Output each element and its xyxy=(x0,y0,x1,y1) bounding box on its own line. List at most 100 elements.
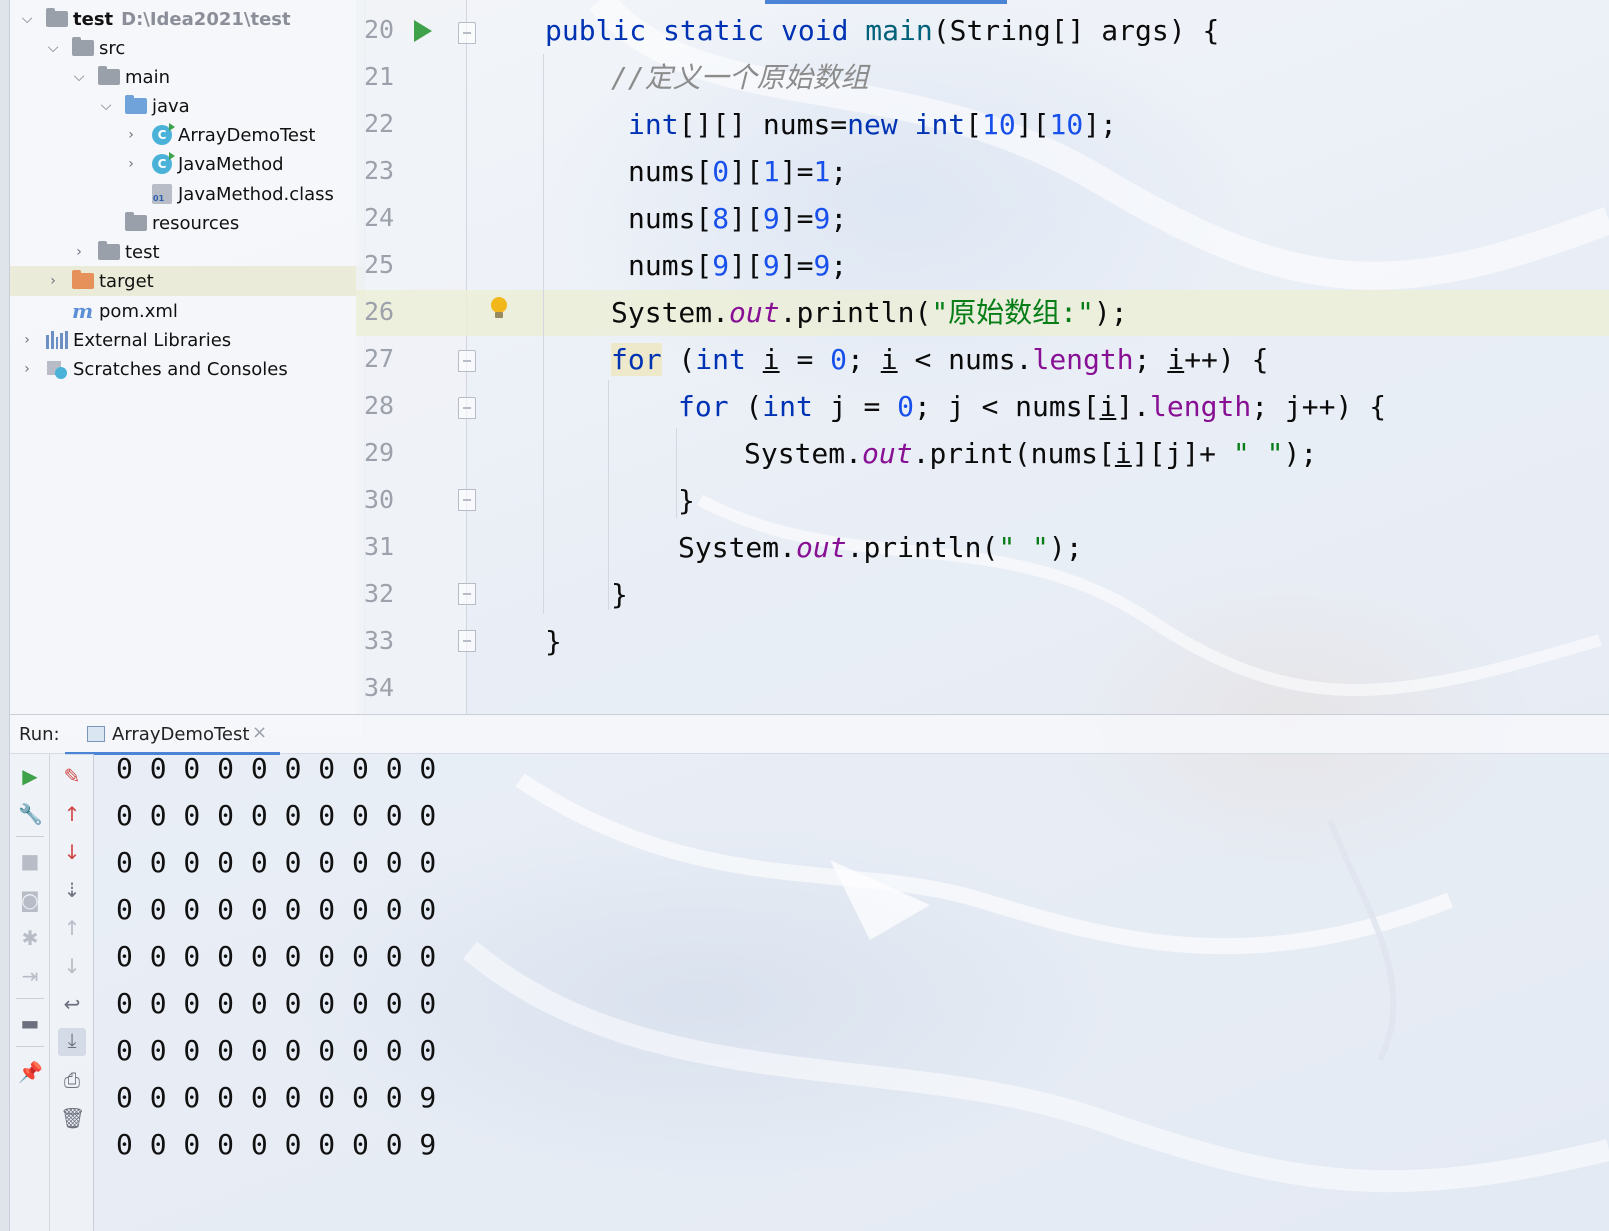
console-output-line: 0 0 0 0 0 0 0 0 0 0 xyxy=(116,940,437,973)
left-tool-strip xyxy=(0,0,10,1231)
chevron-right-icon[interactable]: › xyxy=(72,245,86,259)
code-line-20[interactable]: public static void main(String[] args) { xyxy=(545,8,1219,54)
chevron-down-icon[interactable]: ⌵ xyxy=(46,41,60,55)
code-line-32[interactable]: } xyxy=(611,572,628,618)
run-tab-label: ArrayDemoTest xyxy=(112,724,250,745)
java-class-icon: C xyxy=(152,123,175,145)
code-token: ); xyxy=(1283,437,1318,470)
fold-marker-icon[interactable] xyxy=(458,630,476,652)
tree-item-resources[interactable]: resources xyxy=(10,208,364,238)
code-token: i xyxy=(1167,343,1185,376)
next-occurrence-icon[interactable]: ↓ xyxy=(60,954,84,978)
chevron-right-icon[interactable]: › xyxy=(124,128,138,142)
tree-item-label: JavaMethod.class xyxy=(178,183,334,205)
code-token: ][ xyxy=(729,202,763,235)
intention-bulb-icon[interactable] xyxy=(491,297,507,318)
code-token: ( xyxy=(661,343,696,376)
code-token: nums[ xyxy=(628,202,713,235)
tree-item-label: External Libraries xyxy=(73,329,232,351)
chevron-down-icon[interactable]: ⌵ xyxy=(99,99,113,113)
code-string: " " xyxy=(998,531,1049,564)
code-token: .println( xyxy=(846,531,999,564)
tree-item-pom[interactable]: m pom.xml xyxy=(10,296,364,326)
tree-item-main[interactable]: ⌵ main xyxy=(10,62,364,92)
console-output-line: 0 0 0 0 0 0 0 0 0 0 xyxy=(116,987,437,1020)
chevron-down-icon[interactable]: ⌵ xyxy=(20,12,34,26)
tree-item-test[interactable]: › test xyxy=(10,237,364,267)
tree-item-external-libraries[interactable]: › External Libraries xyxy=(10,325,364,355)
code-token: 9 xyxy=(712,249,730,282)
trash-icon[interactable]: 🗑 xyxy=(60,1106,85,1130)
wrench-icon[interactable]: 🔧 xyxy=(18,802,43,826)
debug-icon[interactable]: ✱ xyxy=(18,926,42,950)
code-token: out xyxy=(729,296,780,329)
code-line-29[interactable]: System.out.print(nums[i][j]+ " "); xyxy=(744,431,1317,477)
code-line-23[interactable]: nums[0][1]=1; xyxy=(628,149,847,195)
layout-icon[interactable]: ▬ xyxy=(18,1011,42,1035)
chevron-right-icon[interactable]: › xyxy=(124,157,138,171)
tree-item-java[interactable]: ⌵ java xyxy=(10,91,364,121)
tree-item-target[interactable]: › target xyxy=(10,266,364,296)
previous-occurrence-icon[interactable]: ↑ xyxy=(60,916,84,940)
code-line-33[interactable]: } xyxy=(545,619,562,665)
tree-item-scratches[interactable]: › Scratches and Consoles xyxy=(10,354,364,384)
code-token: ]; xyxy=(1083,108,1117,141)
close-icon[interactable]: × xyxy=(252,722,267,743)
tree-item-javamethod-class[interactable]: 01 JavaMethod.class xyxy=(10,179,364,209)
scratches-icon xyxy=(46,359,68,379)
code-token: new xyxy=(847,108,915,141)
clear-icon[interactable]: ✎ xyxy=(60,764,84,788)
code-token: ]. xyxy=(1116,390,1151,423)
code-token: 0 xyxy=(830,343,848,376)
chevron-down-icon[interactable]: ⌵ xyxy=(72,70,86,84)
line-number: 23 xyxy=(364,156,395,185)
run-tab-arraydemotest[interactable]: ArrayDemoTest × xyxy=(65,715,280,755)
code-token: .print(nums[ xyxy=(912,437,1115,470)
code-token: 9 xyxy=(813,249,831,282)
code-line-31[interactable]: System.out.println(" "); xyxy=(678,525,1083,571)
pin-icon[interactable]: 📌 xyxy=(18,1060,43,1084)
line-number: 31 xyxy=(364,532,395,561)
chevron-right-icon[interactable]: › xyxy=(20,362,34,376)
soft-wrap-icon[interactable]: ↩ xyxy=(60,992,84,1016)
chevron-right-icon[interactable]: › xyxy=(46,274,60,288)
exit-icon[interactable]: ⇥ xyxy=(18,964,42,988)
code-token: ; j < nums[ xyxy=(914,390,1100,423)
run-main-icon[interactable] xyxy=(414,20,432,42)
up-arrow-icon[interactable]: ↑ xyxy=(60,802,84,826)
console-output-line: 0 0 0 0 0 0 0 0 0 9 xyxy=(116,1128,437,1161)
tree-item-root[interactable]: ⌵ test D:\Idea2021\test xyxy=(10,4,364,34)
line-number: 21 xyxy=(364,62,395,91)
down-arrow-icon[interactable]: ↓ xyxy=(60,840,84,864)
code-line-27[interactable]: for (int i = 0; i < nums.length; i++) { xyxy=(611,337,1269,383)
console-output-line: 0 0 0 0 0 0 0 0 0 9 xyxy=(116,1081,437,1114)
code-line-25[interactable]: nums[9][9]=9; xyxy=(628,243,847,289)
fold-marker-icon[interactable] xyxy=(458,489,476,511)
code-token: main xyxy=(865,14,933,47)
fold-marker-icon[interactable] xyxy=(458,22,476,44)
print-icon[interactable]: ⎙ xyxy=(60,1068,84,1092)
sort-icon[interactable]: ⇣ xyxy=(60,878,84,902)
toolbar-separator xyxy=(16,1046,44,1047)
code-line-26[interactable]: System.out.println("原始数组:"); xyxy=(611,290,1128,336)
fold-marker-icon[interactable] xyxy=(458,583,476,605)
rerun-icon[interactable]: ▶ xyxy=(18,764,42,788)
chevron-right-icon[interactable]: › xyxy=(20,333,34,347)
code-line-30[interactable]: } xyxy=(678,478,695,524)
code-token: ; xyxy=(830,202,848,235)
line-number: 25 xyxy=(364,250,395,279)
fold-marker-icon[interactable] xyxy=(458,397,476,419)
code-line-21[interactable]: //定义一个原始数组 xyxy=(611,55,869,101)
code-token: ; j++) { xyxy=(1251,390,1387,423)
code-token: = xyxy=(779,343,831,376)
tree-item-src[interactable]: ⌵ src xyxy=(10,33,364,63)
tree-item-javamethod[interactable]: › C JavaMethod xyxy=(10,149,364,179)
code-line-24[interactable]: nums[8][9]=9; xyxy=(628,196,847,242)
stop-icon[interactable]: ■ xyxy=(18,849,42,873)
scroll-to-end-icon[interactable]: ⤓ xyxy=(58,1028,86,1056)
camera-icon[interactable]: ◙ xyxy=(18,888,42,912)
code-line-22[interactable]: int[][] nums=new int[10][10]; xyxy=(628,102,1117,148)
code-line-28[interactable]: for (int j = 0; j < nums[i].length; j++)… xyxy=(678,384,1386,430)
fold-marker-icon[interactable] xyxy=(458,350,476,372)
tree-item-arraydemotest[interactable]: › C ArrayDemoTest xyxy=(10,120,364,150)
